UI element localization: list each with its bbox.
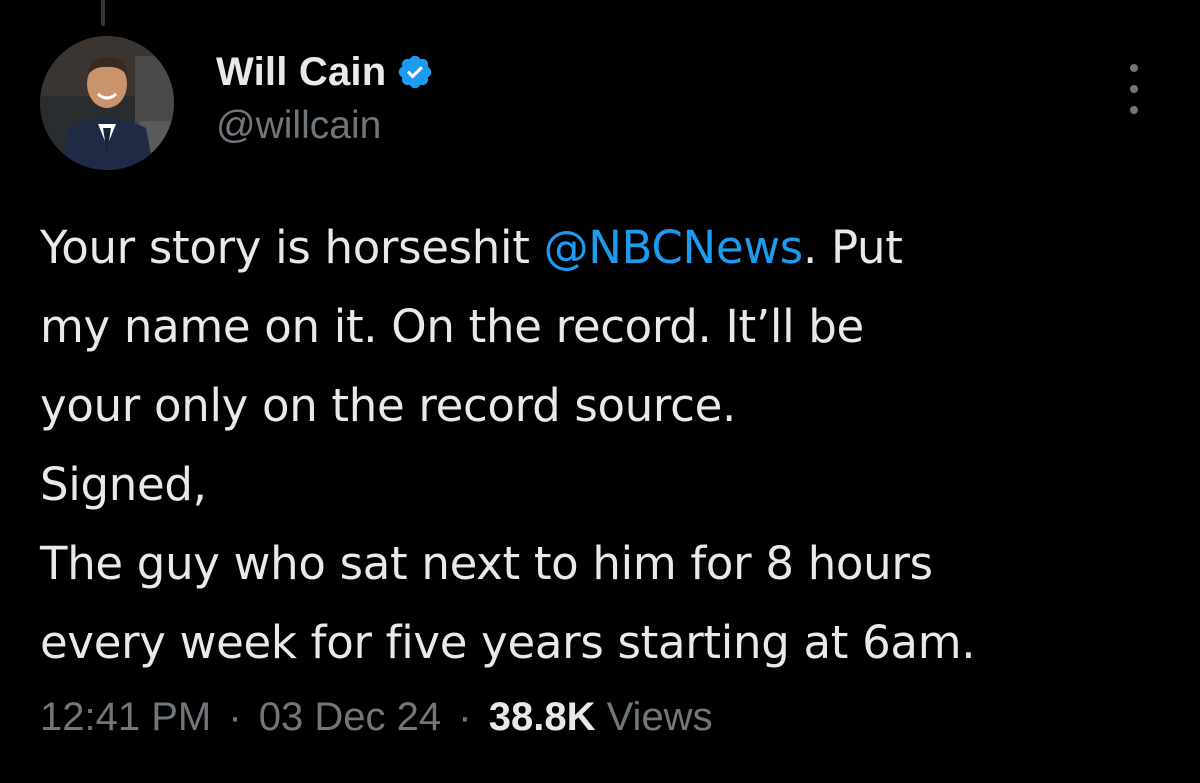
tweet-text-segment: . Put <box>802 221 903 274</box>
tweet-line: The guy who sat next to him for 8 hours <box>40 537 933 590</box>
verified-badge-icon <box>399 55 432 89</box>
tweet-line: my name on it. On the record. It’ll be <box>40 300 864 353</box>
avatar-photo-icon <box>40 36 174 170</box>
tweet-line: Signed, <box>40 458 207 511</box>
tweet-line: Your story is horseshit @NBCNews. Put <box>40 208 1170 287</box>
tweet-line: every week for five years starting at 6a… <box>40 616 976 669</box>
more-dot-icon <box>1130 106 1138 114</box>
mention-link[interactable]: @NBCNews <box>544 221 804 274</box>
tweet-line: your only on the record source. <box>40 379 736 432</box>
more-options-icon[interactable] <box>1120 64 1148 114</box>
tweet-text-segment: Your story is horseshit <box>40 221 544 274</box>
avatar[interactable] <box>40 36 174 170</box>
tweet-header: Will Cain @willcain <box>216 44 434 148</box>
tweet-body: Your story is horseshit @NBCNews. Put my… <box>40 208 1170 682</box>
thread-connector-line <box>101 0 105 26</box>
tweet-metadata: 12:41 PM · 03 Dec 24 · 38.8K Views <box>40 695 713 740</box>
tweet-date[interactable]: 03 Dec 24 <box>259 695 441 739</box>
views-count[interactable]: 38.8K <box>489 695 596 739</box>
handle[interactable]: @willcain <box>216 104 434 148</box>
views-label[interactable]: Views <box>607 695 713 739</box>
display-name[interactable]: Will Cain <box>216 50 386 95</box>
meta-separator: · <box>228 695 242 739</box>
meta-separator: · <box>458 695 472 739</box>
name-row: Will Cain <box>216 44 434 100</box>
more-dot-icon <box>1130 64 1138 72</box>
more-dot-icon <box>1130 85 1138 93</box>
tweet-time[interactable]: 12:41 PM <box>40 695 211 739</box>
